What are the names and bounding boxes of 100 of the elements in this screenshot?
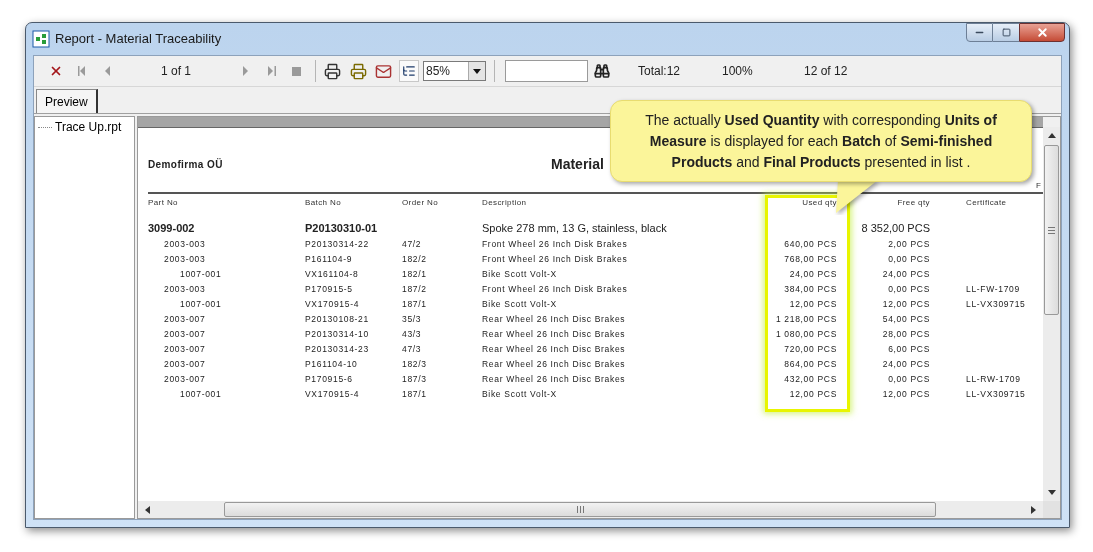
table-cell: 1007-001: [180, 269, 222, 280]
table-cell: 182/3: [402, 359, 427, 370]
next-page-icon[interactable]: [241, 65, 251, 77]
column-header: Order No: [402, 197, 439, 207]
zoom-select[interactable]: 85%: [423, 61, 486, 81]
table-cell: VX170915-4: [305, 389, 360, 400]
table-cell: 8 352,00 PCS: [861, 222, 930, 235]
table-cell: P161104-10: [305, 359, 358, 370]
table-cell: 1 080,00 PCS: [775, 329, 837, 340]
table-cell: 432,00 PCS: [784, 374, 837, 385]
printer-setup-icon[interactable]: [350, 62, 367, 80]
search-icon[interactable]: [594, 63, 610, 79]
table-cell: 187/2: [402, 284, 427, 295]
table-cell: 2,00 PCS: [888, 239, 930, 250]
close-report-icon[interactable]: [49, 64, 63, 78]
scroll-up-icon[interactable]: [1047, 133, 1056, 138]
table-cell: 47/3: [402, 344, 422, 355]
scroll-right-icon[interactable]: [1031, 505, 1036, 514]
report-title: Material: [551, 154, 604, 174]
column-header: Used qty: [802, 197, 837, 207]
table-cell: LL-VX309715: [966, 299, 1026, 310]
table-cell: LL-VX309715: [966, 389, 1026, 400]
print-icon[interactable]: [324, 62, 341, 80]
table-cell: 6,00 PCS: [888, 344, 930, 355]
table-cell: 187/1: [402, 389, 427, 400]
table-cell: P20130314-22: [305, 239, 369, 250]
previous-page-icon[interactable]: [103, 65, 113, 77]
table-cell: 2003-003: [164, 254, 206, 265]
maximize-icon: [1001, 28, 1011, 37]
horizontal-scrollbar[interactable]: [138, 501, 1043, 518]
table-cell: 768,00 PCS: [784, 254, 837, 265]
stop-icon[interactable]: [292, 66, 301, 76]
table-cell: 24,00 PCS: [882, 359, 930, 370]
table-cell: 2003-007: [164, 314, 206, 325]
table-cell: 24,00 PCS: [882, 269, 930, 280]
table-cell: 1007-001: [180, 299, 222, 310]
table-cell: P20130108-21: [305, 314, 369, 325]
zoom-percent: 100%: [722, 63, 754, 80]
vertical-scrollbar[interactable]: [1043, 127, 1060, 501]
table-cell: Spoke 278 mm, 13 G, stainless, black: [482, 222, 667, 235]
total-count: Total:12: [638, 63, 682, 80]
table-cell: 640,00 PCS: [784, 239, 837, 250]
table-cell: 1007-001: [180, 389, 222, 400]
table-cell: 28,00 PCS: [882, 329, 930, 340]
table-cell: VX161104-8: [305, 269, 359, 280]
table-cell: VX170915-4: [305, 299, 360, 310]
table-cell: 12,00 PCS: [882, 299, 930, 310]
page-indicator: 1 of 1: [161, 63, 193, 80]
table-cell: 187/3: [402, 374, 427, 385]
close-button[interactable]: [1019, 23, 1065, 42]
table-cell: Rear Wheel 26 Inch Disc Brakes: [482, 359, 626, 370]
app-icon: [32, 30, 50, 48]
table-cell: 2003-003: [164, 284, 206, 295]
table-cell: Front Wheel 26 Inch Disk Brakes: [482, 254, 628, 265]
table-cell: 720,00 PCS: [784, 344, 837, 355]
table-cell: Rear Wheel 26 Inch Disc Brakes: [482, 344, 626, 355]
table-cell: 2003-007: [164, 329, 206, 340]
column-header: Free qty: [897, 197, 930, 207]
table-cell: Bike Scott Volt-X: [482, 389, 557, 400]
tree-toggle-button[interactable]: [399, 60, 419, 82]
scroll-left-icon[interactable]: [145, 505, 150, 514]
table-cell: 0,00 PCS: [888, 284, 930, 295]
column-header: Batch No: [305, 197, 342, 207]
export-mail-icon[interactable]: [375, 62, 392, 80]
table-cell: 0,00 PCS: [888, 374, 930, 385]
tree-item[interactable]: Trace Up.rpt: [55, 118, 122, 136]
table-cell: 182/1: [402, 269, 427, 280]
table-cell: P20130310-01: [305, 222, 378, 235]
table-cell: P170915-6: [305, 374, 353, 385]
tab[interactable]: Preview: [36, 89, 98, 113]
table-cell: LL-FW-1709: [966, 284, 1020, 295]
report-header-text: F: [1036, 180, 1041, 192]
table-cell: 35/3: [402, 314, 422, 325]
column-header: Part No: [148, 197, 178, 207]
table-cell: P20130314-23: [305, 344, 369, 355]
table-cell: 12,00 PCS: [789, 299, 837, 310]
tree-icon: [402, 64, 416, 78]
grip-icon: [1048, 226, 1055, 234]
window-title: Report - Material Traceability: [55, 30, 222, 49]
table-cell: Bike Scott Volt-X: [482, 299, 557, 310]
table-cell: 12,00 PCS: [882, 389, 930, 400]
last-page-icon[interactable]: [266, 65, 276, 77]
table-cell: 384,00 PCS: [784, 284, 837, 295]
table-cell: 864,00 PCS: [784, 359, 837, 370]
scroll-down-icon[interactable]: [1047, 490, 1056, 495]
record-count: 12 of 12: [804, 63, 848, 80]
search-field[interactable]: [505, 60, 588, 82]
scrollbar-corner: [1043, 501, 1060, 518]
minimize-button[interactable]: [966, 23, 993, 42]
table-cell: 43/3: [402, 329, 422, 340]
table-cell: Rear Wheel 26 Inch Disc Brakes: [482, 314, 626, 325]
dropdown-arrow-icon: [473, 68, 481, 74]
maximize-button[interactable]: [993, 23, 1019, 42]
first-page-icon[interactable]: [78, 65, 88, 77]
table-cell: P20130314-10: [305, 329, 369, 340]
table-cell: 0,00 PCS: [888, 254, 930, 265]
close-icon: [1035, 26, 1049, 39]
table-cell: 1 218,00 PCS: [775, 314, 837, 325]
table-cell: Rear Wheel 26 Inch Disc Brakes: [482, 329, 626, 340]
table-cell: 3099-002: [148, 222, 195, 235]
